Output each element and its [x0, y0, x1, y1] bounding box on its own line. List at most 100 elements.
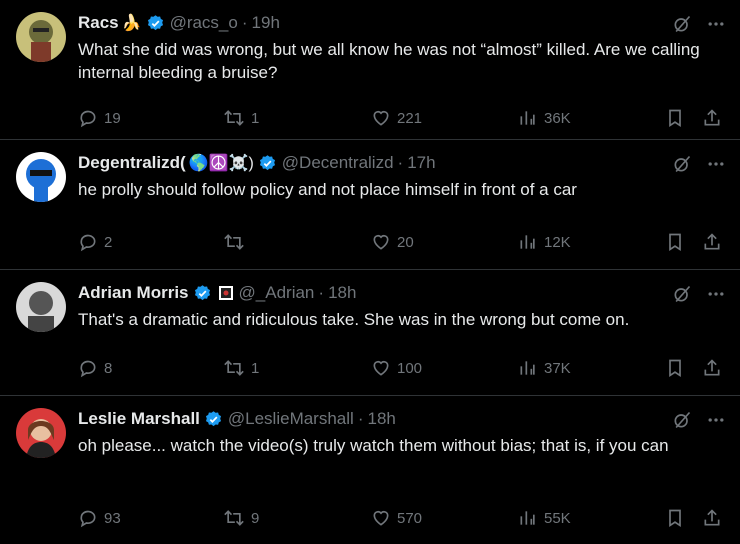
avatar[interactable] — [16, 12, 66, 62]
more-icon[interactable] — [706, 284, 726, 304]
name-emoji: 🍌 — [121, 15, 142, 32]
view-count: 55K — [544, 509, 571, 527]
bookmark-button[interactable] — [665, 108, 685, 128]
handle[interactable]: @racs_o — [170, 13, 238, 33]
share-icon — [704, 109, 720, 126]
like-button[interactable]: 100 — [371, 358, 422, 378]
reply-count: 2 — [104, 233, 113, 251]
share-icon — [704, 233, 720, 250]
like-icon — [373, 510, 389, 526]
more-icon[interactable] — [706, 14, 726, 34]
affiliate-badge-icon — [218, 285, 234, 301]
share-button[interactable] — [702, 108, 722, 128]
like-count: 100 — [397, 359, 423, 377]
views-button[interactable]: 37K — [518, 358, 571, 378]
reply-count: 19 — [104, 109, 121, 127]
reply-icon — [80, 234, 96, 252]
more-icon[interactable] — [706, 410, 726, 430]
tweet[interactable]: Leslie Marshall @LeslieMarshall · 18h oh… — [0, 396, 740, 544]
avatar[interactable] — [16, 408, 66, 458]
grok-icon[interactable] — [672, 14, 692, 34]
reply-count: 8 — [104, 359, 113, 377]
tweet-header: Degentralizd( 🌎☮️☠️) @Decentralizd · 17h — [78, 148, 726, 178]
like-icon — [373, 234, 389, 250]
repost-icon — [224, 234, 244, 250]
separator-dot: · — [318, 283, 325, 302]
reply-icon — [80, 110, 96, 128]
like-button[interactable]: 221 — [371, 108, 422, 128]
handle[interactable]: @_Adrian — [239, 283, 315, 303]
share-icon — [704, 359, 720, 376]
display-name[interactable]: Adrian Morris — [78, 283, 189, 303]
grok-icon[interactable] — [672, 284, 692, 304]
display-name[interactable]: Racs — [78, 13, 119, 33]
view-count: 36K — [544, 109, 571, 127]
bookmark-button[interactable] — [665, 508, 685, 528]
share-button[interactable] — [702, 358, 722, 378]
name-emoji: 🌎☮️☠️) — [188, 155, 254, 172]
view-count: 12K — [544, 233, 571, 251]
action-bar: 19 1 221 36K — [78, 106, 726, 130]
handle[interactable]: @LeslieMarshall — [228, 409, 354, 429]
views-icon — [520, 511, 535, 525]
verified-icon — [258, 154, 277, 173]
repost-icon — [224, 110, 244, 126]
repost-button[interactable]: 9 — [223, 508, 259, 528]
verified-icon — [146, 14, 165, 33]
verified-icon — [193, 284, 212, 303]
tweet-header: Racs 🍌 @racs_o · 19h — [78, 8, 726, 38]
action-bar: 93 9 570 55K — [78, 506, 726, 530]
timestamp[interactable]: 17h — [407, 153, 435, 173]
separator-dot: · — [397, 153, 404, 172]
views-icon — [520, 361, 535, 375]
reply-button[interactable]: 2 — [78, 232, 112, 252]
separator-dot: · — [357, 409, 364, 428]
views-button[interactable]: 12K — [518, 232, 571, 252]
timestamp[interactable]: 19h — [252, 13, 280, 33]
reply-count: 93 — [104, 509, 121, 527]
like-button[interactable]: 570 — [371, 508, 422, 528]
views-button[interactable]: 36K — [518, 108, 571, 128]
tweet[interactable]: Adrian Morris @_Adrian · 18h That's a dr… — [0, 270, 740, 396]
tweet[interactable]: Racs 🍌 @racs_o · 19h What she did was wr… — [0, 0, 740, 140]
bookmark-button[interactable] — [665, 358, 685, 378]
repost-icon — [224, 510, 244, 526]
display-name[interactable]: Degentralizd( — [78, 153, 186, 173]
display-name[interactable]: Leslie Marshall — [78, 409, 200, 429]
reply-button[interactable]: 8 — [78, 358, 112, 378]
avatar[interactable] — [16, 282, 66, 332]
reply-button[interactable]: 19 — [78, 108, 121, 128]
like-count: 221 — [397, 109, 423, 127]
grok-icon[interactable] — [672, 410, 692, 430]
share-button[interactable] — [702, 508, 722, 528]
repost-button[interactable] — [223, 232, 251, 252]
bookmark-icon — [669, 509, 681, 528]
views-button[interactable]: 55K — [518, 508, 571, 528]
repost-count: 1 — [251, 109, 260, 127]
tweet-text: That's a dramatic and ridiculous take. S… — [78, 310, 630, 329]
bookmark-button[interactable] — [665, 232, 685, 252]
share-button[interactable] — [702, 232, 722, 252]
like-icon — [373, 110, 389, 126]
like-button[interactable]: 20 — [371, 232, 414, 252]
repost-button[interactable]: 1 — [223, 358, 259, 378]
repost-count: 9 — [251, 509, 260, 527]
reply-button[interactable]: 93 — [78, 508, 121, 528]
bookmark-icon — [669, 233, 681, 252]
avatar[interactable] — [16, 152, 66, 202]
tweet-header: Adrian Morris @_Adrian · 18h — [78, 278, 726, 308]
repost-button[interactable]: 1 — [223, 108, 259, 128]
reply-feed: Racs 🍌 @racs_o · 19h What she did was wr… — [0, 0, 740, 544]
views-icon — [520, 235, 535, 249]
handle[interactable]: @Decentralizd — [282, 153, 394, 173]
timestamp[interactable]: 18h — [328, 283, 356, 303]
grok-icon[interactable] — [672, 154, 692, 174]
more-icon[interactable] — [706, 154, 726, 174]
tweet-text: What she did was wrong, but we all know … — [78, 40, 700, 82]
tweet-text: he prolly should follow policy and not p… — [78, 180, 577, 199]
tweet[interactable]: Degentralizd( 🌎☮️☠️) @Decentralizd · 17h… — [0, 140, 740, 270]
separator-dot: · — [241, 13, 248, 32]
view-count: 37K — [544, 359, 571, 377]
timestamp[interactable]: 18h — [367, 409, 395, 429]
tweet-header: Leslie Marshall @LeslieMarshall · 18h — [78, 404, 726, 434]
